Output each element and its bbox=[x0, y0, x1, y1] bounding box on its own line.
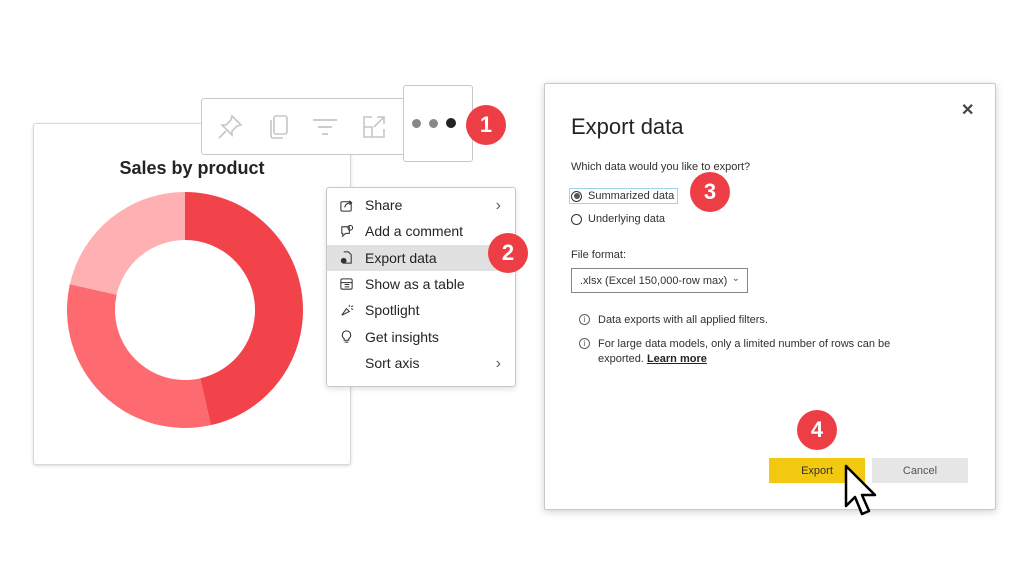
more-options-button[interactable] bbox=[412, 118, 456, 128]
menu-item-label: Sort axis bbox=[365, 354, 420, 371]
menu-item-share[interactable]: Share › bbox=[327, 192, 515, 218]
mouse-cursor-icon bbox=[844, 464, 877, 516]
radio-summarized-data[interactable]: Summarized data bbox=[568, 188, 679, 204]
radio-button-selected[interactable] bbox=[571, 190, 582, 202]
info-icon: i bbox=[579, 314, 590, 325]
share-icon bbox=[327, 198, 365, 213]
chevron-down-icon: ⌄ bbox=[731, 273, 740, 284]
dot bbox=[446, 118, 456, 128]
spotlight-icon bbox=[327, 303, 365, 318]
menu-item-show-as-table[interactable]: Show as a table bbox=[327, 271, 515, 297]
pin-icon[interactable] bbox=[213, 110, 247, 144]
file-format-label: File format: bbox=[571, 249, 627, 261]
dialog-title: Export data bbox=[571, 114, 684, 139]
lightbulb-icon bbox=[327, 329, 365, 344]
filter-icon[interactable] bbox=[308, 110, 342, 144]
menu-item-spotlight[interactable]: Spotlight bbox=[327, 297, 515, 323]
cancel-button[interactable]: Cancel bbox=[872, 458, 968, 483]
learn-more-link[interactable]: Learn more bbox=[647, 353, 707, 365]
step-badge-2: 2 bbox=[488, 233, 528, 273]
info-large-models: i For large data models, only a limited … bbox=[579, 337, 909, 367]
menu-item-get-insights[interactable]: Get insights bbox=[327, 323, 515, 349]
menu-item-label: Show as a table bbox=[365, 276, 465, 293]
radio-label: Summarized data bbox=[588, 190, 675, 202]
context-menu: Share › Add a comment Export data Show a… bbox=[326, 187, 516, 387]
export-data-dialog: Export data ✕ Which data would you like … bbox=[544, 83, 996, 510]
step-badge-1: 1 bbox=[466, 105, 506, 145]
radio-underlying-data[interactable]: Underlying data bbox=[571, 213, 665, 225]
info-filters: i Data exports with all applied filters. bbox=[579, 313, 768, 328]
menu-item-label: Spotlight bbox=[365, 302, 420, 319]
menu-item-add-comment[interactable]: Add a comment bbox=[327, 218, 515, 244]
radio-button[interactable] bbox=[571, 213, 582, 225]
file-format-value: .xlsx (Excel 150,000-row max) bbox=[580, 274, 728, 287]
menu-item-sort-axis[interactable]: Sort axis › bbox=[327, 350, 515, 376]
close-icon[interactable]: ✕ bbox=[961, 100, 974, 120]
export-icon bbox=[327, 250, 365, 265]
file-format-select[interactable]: .xlsx (Excel 150,000-row max) ⌄ bbox=[571, 268, 748, 293]
chevron-right-icon: › bbox=[495, 354, 501, 372]
comment-icon bbox=[327, 224, 365, 239]
donut-chart[interactable] bbox=[33, 123, 349, 463]
info-icon: i bbox=[579, 338, 590, 349]
menu-item-label: Share bbox=[365, 197, 403, 214]
export-question: Which data would you like to export? bbox=[571, 161, 751, 173]
step-badge-4: 4 bbox=[797, 410, 837, 450]
focus-mode-icon[interactable] bbox=[357, 110, 391, 144]
menu-item-label: Export data bbox=[365, 249, 437, 266]
dot bbox=[412, 118, 421, 128]
radio-label: Underlying data bbox=[588, 213, 666, 225]
dot bbox=[429, 118, 438, 128]
copy-icon[interactable] bbox=[262, 110, 296, 144]
donut-slice-2[interactable] bbox=[67, 284, 211, 428]
menu-item-label: Add a comment bbox=[365, 223, 464, 240]
step-badge-3: 3 bbox=[690, 172, 730, 212]
menu-item-label: Get insights bbox=[365, 328, 439, 345]
donut-slice-3[interactable] bbox=[69, 192, 185, 295]
chevron-right-icon: › bbox=[495, 197, 501, 214]
menu-item-export-data[interactable]: Export data bbox=[327, 244, 515, 271]
table-icon bbox=[327, 277, 365, 292]
